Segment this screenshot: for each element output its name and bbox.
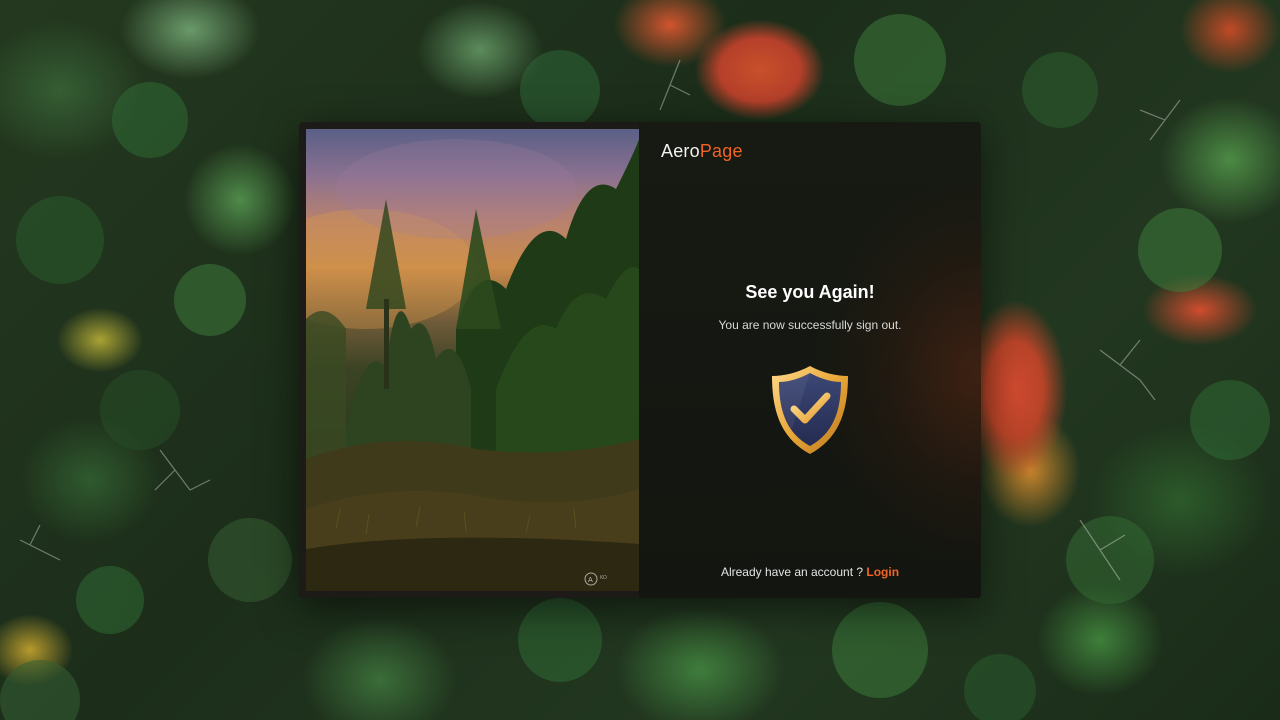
signout-title: See you Again! bbox=[745, 282, 875, 302]
login-link[interactable]: Login bbox=[866, 565, 899, 579]
forest-illustration bbox=[306, 139, 639, 591]
photo-watermark-logo: A KO bbox=[583, 571, 619, 587]
forest-sunset-image: A KO bbox=[306, 129, 639, 591]
signout-card: A KO AeroPage See you Again! You are now… bbox=[299, 122, 981, 598]
signout-message: You are now successfully sign out. bbox=[718, 318, 902, 332]
brand-name-accent: Page bbox=[699, 141, 743, 161]
login-prompt: Already have an account ? Login bbox=[639, 565, 981, 579]
brand-logo[interactable]: AeroPage bbox=[661, 141, 743, 162]
shield-check-icon bbox=[768, 363, 852, 457]
signout-panel: AeroPage See you Again! You are now succ… bbox=[639, 122, 981, 598]
svg-text:KO: KO bbox=[600, 575, 607, 581]
login-prompt-text: Already have an account ? bbox=[720, 565, 867, 579]
svg-text:A: A bbox=[588, 576, 593, 584]
brand-name-primary: Aero bbox=[661, 141, 700, 161]
